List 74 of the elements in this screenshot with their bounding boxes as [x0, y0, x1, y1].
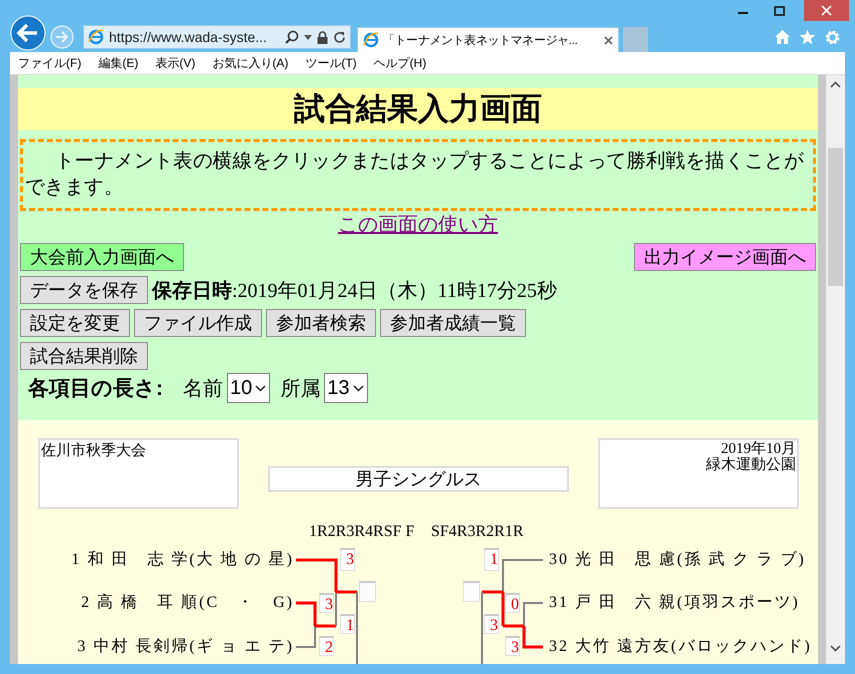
menu-item[interactable]: ツール(T) — [305, 54, 357, 72]
menu-item[interactable]: ファイル(F) — [18, 54, 82, 72]
round-labels: 1R2R3R4RSF F — [309, 523, 414, 541]
menu-item[interactable]: お気に入り(A) — [212, 54, 288, 72]
player-entry: 30 光 田 思 慮(孫 武 ク ラ ブ) — [549, 550, 806, 570]
tool-button[interactable]: ファイル作成 — [134, 309, 262, 337]
player-entry: 3 中村 長剣帰(ギ ョ エ テ) — [77, 637, 294, 657]
dropdown-caret-icon[interactable] — [304, 34, 312, 40]
bracket-line[interactable] — [502, 559, 543, 592]
field-label: 名前 — [183, 376, 223, 402]
page-title: 試合結果入力画面 — [294, 90, 542, 128]
delete-results-button[interactable]: 試合結果削除 — [20, 342, 148, 370]
score-field[interactable]: 3 — [340, 548, 355, 571]
date-venue-field[interactable]: 2019年10月 緑木運動公園 — [598, 438, 799, 509]
tool-button[interactable]: 設定を変更 — [20, 309, 130, 337]
browser-tab[interactable]: 「トーナメント表ネットマネージャ... — [357, 26, 619, 52]
player-entry: 31 戸 田 六 親(項羽スポーツ) — [549, 593, 800, 613]
select-field[interactable]: 13 — [324, 373, 368, 403]
score-field[interactable] — [463, 581, 480, 602]
score-field[interactable]: 2 — [319, 636, 334, 656]
caret-icon — [255, 384, 266, 392]
select-field[interactable]: 10 — [227, 373, 270, 403]
search-icon[interactable] — [285, 30, 299, 44]
scrollbar[interactable] — [826, 75, 845, 664]
bracket-line[interactable] — [522, 626, 543, 648]
tournament-name-field[interactable]: 佐川市秋季大会 — [38, 438, 239, 509]
home-icon[interactable] — [774, 29, 791, 45]
score-field[interactable]: 1 — [340, 614, 355, 634]
score-field[interactable]: 3 — [319, 593, 334, 613]
help-link[interactable]: この画面の使い方 — [338, 214, 498, 236]
address-text: https://www.wada-syste... — [109, 29, 268, 45]
nav-button[interactable]: 大会前入力画面へ — [20, 243, 184, 271]
save-button[interactable]: データを保存 — [20, 276, 148, 304]
score-field[interactable]: 3 — [484, 614, 499, 634]
event-field[interactable]: 男子シングルス — [268, 466, 569, 492]
forward-button[interactable] — [50, 25, 74, 49]
close-button[interactable] — [804, 0, 849, 21]
score-field[interactable] — [359, 581, 376, 602]
tool-button[interactable]: 参加者検索 — [266, 309, 376, 337]
round-labels: SF4R3R2R1R — [431, 523, 524, 541]
nav-button[interactable]: 出力イメージ画面へ — [634, 243, 816, 271]
menu-item[interactable]: 表示(V) — [155, 54, 196, 72]
browser-logo-icon — [88, 29, 104, 45]
scroll-thumb[interactable] — [828, 148, 843, 286]
notice-text: トーナメント表の横線をクリックまたはタップすることによって勝利戦を描くことができます。 — [20, 139, 816, 211]
settings-icon[interactable] — [824, 28, 841, 46]
player-entry: 2 高 橋 耳 順(C ・ G) — [81, 593, 294, 613]
score-field[interactable]: 3 — [505, 636, 520, 656]
bracket-line[interactable] — [523, 602, 543, 626]
browser-logo-icon — [363, 32, 379, 48]
bracket-line[interactable] — [296, 602, 316, 626]
maximize-icon[interactable] — [774, 6, 785, 16]
player-entry: 1 和 田 志 学(大 地 の 星) — [71, 550, 294, 570]
length-label: 各項目の長さ: — [28, 376, 163, 402]
menu-item[interactable]: ヘルプ(H) — [374, 54, 426, 72]
score-field[interactable]: 1 — [484, 548, 499, 571]
close-icon — [821, 5, 832, 16]
player-entry: 32 大竹 遠方友(バロックハンド) — [549, 637, 812, 657]
scroll-down-icon[interactable] — [830, 645, 841, 652]
scroll-up-icon[interactable] — [830, 81, 841, 88]
star-icon[interactable] — [799, 29, 816, 45]
lock-icon — [317, 30, 328, 44]
bracket-line[interactable] — [296, 626, 316, 648]
bracket-line[interactable] — [296, 558, 338, 592]
address-bar[interactable]: https://www.wada-syste... — [83, 25, 351, 49]
score-field[interactable]: 0 — [505, 593, 520, 613]
refresh-icon[interactable] — [333, 30, 346, 44]
caret-icon — [352, 384, 364, 392]
saved-time: 保存日時:2019年01月24日（木）11時17分25秒 — [152, 278, 557, 304]
field-label: 所属 — [280, 376, 320, 402]
back-button[interactable] — [10, 15, 46, 51]
tool-button[interactable]: 参加者成績一覧 — [380, 309, 526, 337]
close-icon[interactable] — [604, 36, 613, 44]
menu-item[interactable]: 編集(E) — [98, 54, 138, 72]
